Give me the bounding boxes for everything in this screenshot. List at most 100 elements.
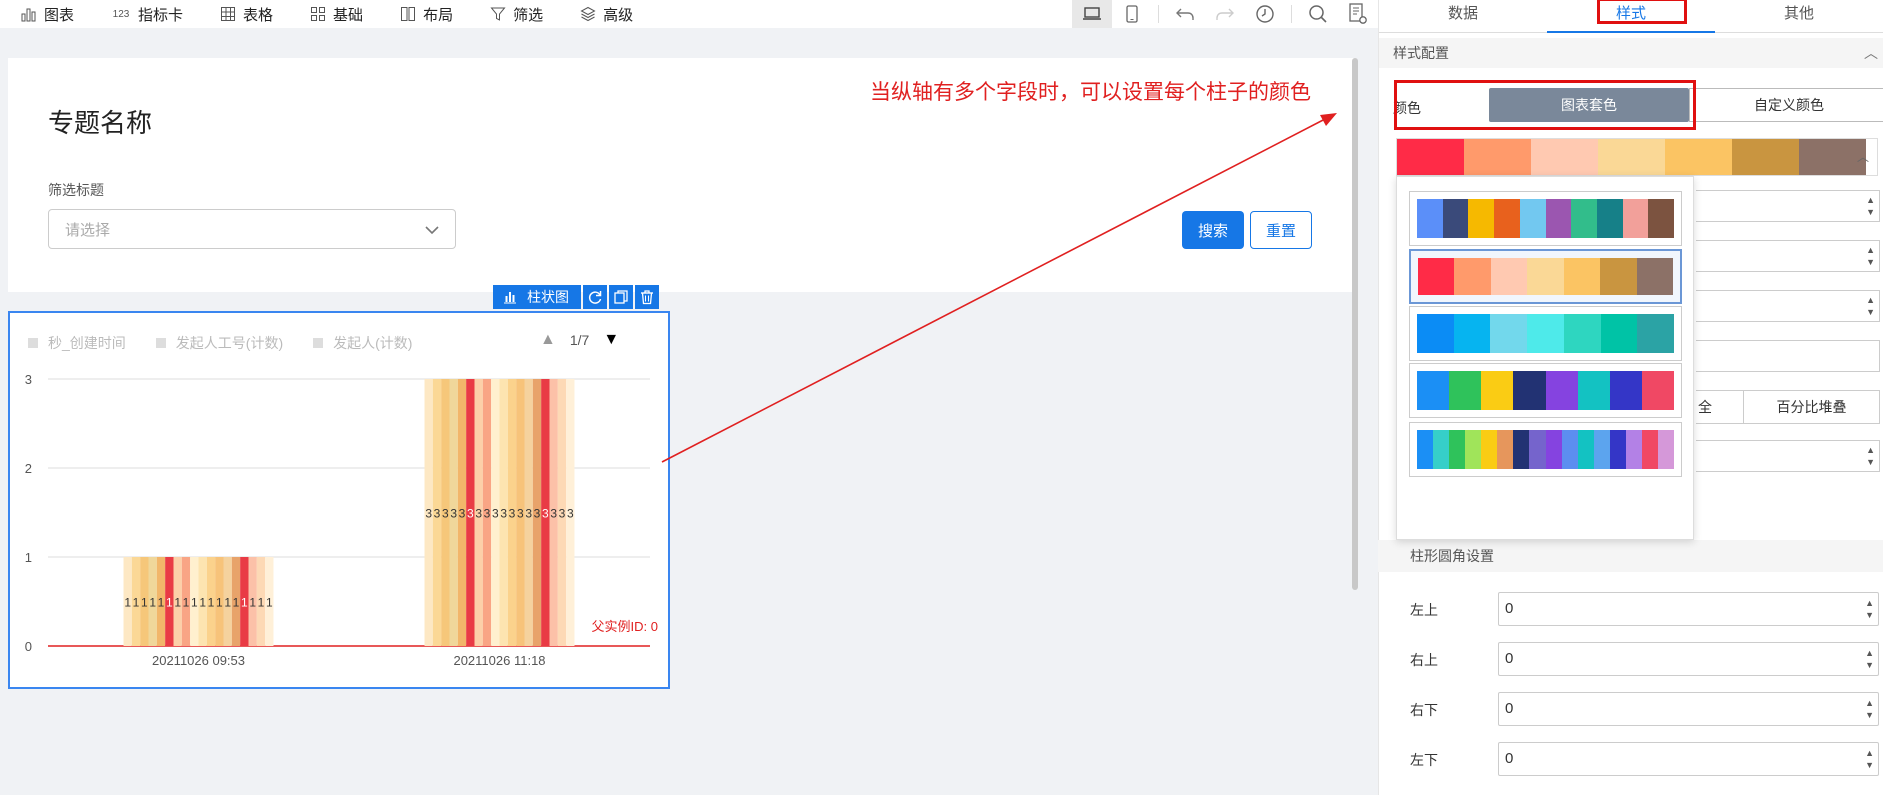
style-field[interactable]: ▲ ▼	[1696, 440, 1880, 472]
palette-option[interactable]	[1409, 363, 1682, 418]
palette-swatch	[1527, 314, 1564, 353]
corner-value: 0	[1505, 600, 1514, 617]
corner-label: 左下	[1410, 752, 1438, 768]
palette-swatch	[1464, 139, 1531, 175]
corner-radius-section-header: 柱形圆角设置	[1378, 540, 1883, 572]
chevron-up-icon: ︿	[1864, 45, 1878, 61]
corner-label: 右上	[1410, 652, 1438, 668]
stepper-icon[interactable]: ▲ ▼	[1865, 747, 1874, 771]
palette-option[interactable]	[1409, 191, 1682, 246]
palette-swatch	[1449, 430, 1466, 469]
stepper-icon[interactable]: ▲ ▼	[1865, 697, 1874, 721]
corner-input[interactable]: 0 ▲ ▼	[1498, 642, 1879, 676]
palette-swatch	[1490, 258, 1528, 295]
corner-row-bottom-right: 右下 0 ▲ ▼	[1378, 690, 1883, 726]
palette-swatch	[1637, 314, 1675, 353]
palette-swatch	[1732, 139, 1799, 175]
palette-swatch	[1417, 199, 1443, 238]
palette-swatch	[1465, 430, 1482, 469]
stack-option[interactable]: 全	[1696, 391, 1744, 423]
palette-swatch	[1609, 371, 1642, 410]
palette-swatch	[1481, 371, 1514, 410]
palette-option[interactable]	[1409, 249, 1682, 304]
palette-swatch	[1563, 258, 1601, 295]
palette-swatch	[1665, 139, 1732, 175]
palette-swatch	[1397, 139, 1464, 175]
palette-swatch	[1417, 371, 1450, 410]
palette-swatch	[1577, 371, 1610, 410]
palette-color-bar	[1417, 430, 1674, 469]
palette-swatch	[1799, 139, 1866, 175]
palette-swatch	[1571, 199, 1597, 238]
palette-color-bar	[1418, 258, 1673, 295]
corner-input[interactable]: 0 ▲ ▼	[1498, 592, 1879, 626]
palette-swatch	[1600, 314, 1638, 353]
palette-swatch	[1481, 430, 1498, 469]
corner-row-top-left: 左上 0 ▲ ▼	[1378, 590, 1883, 626]
palette-swatch	[1577, 430, 1594, 469]
palette-swatch	[1625, 430, 1642, 469]
corner-value: 0	[1505, 700, 1514, 717]
palette-swatch	[1454, 258, 1491, 295]
palette-select[interactable]: ︿	[1396, 138, 1878, 176]
style-field[interactable]: ▲ ▼	[1696, 240, 1880, 272]
palette-dropdown	[1396, 176, 1694, 540]
palette-swatch	[1417, 314, 1454, 353]
highlight-box	[1394, 80, 1696, 130]
palette-color-bar	[1417, 371, 1674, 410]
style-field[interactable]: ▲ ▼	[1696, 290, 1880, 322]
chevron-up-icon: ︿	[1856, 150, 1869, 164]
panel-tabs: 数据 样式 其他	[1379, 0, 1883, 33]
palette-swatch	[1494, 199, 1520, 238]
corner-label: 右下	[1410, 702, 1438, 718]
stepper-icon: ▲ ▼	[1866, 245, 1875, 267]
palette-swatch	[1453, 314, 1491, 353]
palette-swatch	[1519, 199, 1546, 238]
style-field[interactable]: ▲ ▼	[1696, 190, 1880, 222]
palette-swatch	[1622, 199, 1649, 238]
palette-swatch	[1490, 314, 1528, 353]
palette-swatch	[1418, 258, 1455, 295]
palette-swatch	[1449, 371, 1482, 410]
stepper-icon[interactable]: ▲ ▼	[1865, 647, 1874, 671]
corner-input[interactable]: 0 ▲ ▼	[1498, 692, 1879, 726]
custom-color-mode-button[interactable]: 自定义颜色	[1689, 88, 1883, 122]
palette-swatch	[1529, 430, 1546, 469]
palette-swatch	[1641, 371, 1674, 410]
palette-swatch	[1497, 430, 1514, 469]
palette-swatch	[1513, 430, 1530, 469]
stepper-icon: ▲ ▼	[1866, 195, 1875, 217]
palette-swatch	[1545, 371, 1578, 410]
stepper-icon: ▲ ▼	[1866, 295, 1875, 317]
corner-row-top-right: 右上 0 ▲ ▼	[1378, 640, 1883, 676]
stepper-icon: ▲ ▼	[1866, 445, 1875, 467]
palette-swatch	[1600, 258, 1637, 295]
palette-swatch	[1598, 139, 1665, 175]
annotation-arrow	[661, 113, 1337, 463]
tab-other[interactable]: 其他	[1715, 0, 1883, 32]
palette-swatch	[1596, 199, 1623, 238]
section-header-style-config[interactable]: 样式配置 ︿	[1379, 38, 1883, 68]
palette-swatch	[1417, 430, 1434, 469]
palette-swatch	[1609, 430, 1626, 469]
corner-input[interactable]: 0 ▲ ▼	[1498, 742, 1879, 776]
palette-swatch	[1636, 258, 1673, 295]
palette-swatch	[1527, 258, 1564, 295]
stack-mode-segment: 全 百分比堆叠	[1696, 390, 1880, 424]
palette-swatch	[1468, 199, 1495, 238]
palette-option[interactable]	[1409, 306, 1682, 361]
tab-data[interactable]: 数据	[1379, 0, 1547, 32]
palette-swatch	[1641, 430, 1658, 469]
palette-color-bar	[1417, 199, 1675, 238]
stepper-icon[interactable]: ▲ ▼	[1865, 597, 1874, 621]
palette-swatch	[1593, 430, 1610, 469]
palette-option[interactable]	[1409, 422, 1682, 477]
corner-row-bottom-left: 左下 0 ▲ ▼	[1378, 740, 1883, 776]
palette-swatch	[1513, 371, 1546, 410]
percent-stack-option[interactable]: 百分比堆叠	[1744, 391, 1879, 423]
palette-color-bar	[1417, 314, 1675, 353]
style-field[interactable]	[1696, 340, 1880, 372]
palette-swatch	[1657, 430, 1674, 469]
palette-swatch	[1563, 314, 1601, 353]
palette-swatch	[1561, 430, 1578, 469]
